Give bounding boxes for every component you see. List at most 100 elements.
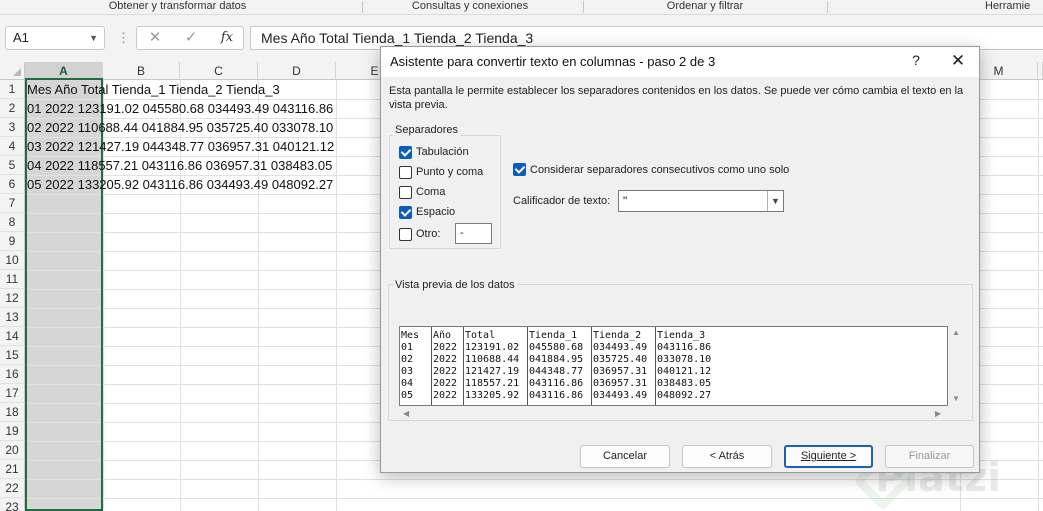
- other-checkbox[interactable]: [399, 228, 412, 241]
- preview-cell: 2022: [433, 342, 458, 353]
- preview-cell: 2022: [433, 378, 458, 389]
- preview-cell: Mes: [401, 330, 420, 341]
- row-header[interactable]: 16: [0, 365, 25, 384]
- preview-cell: 040121.12: [657, 366, 712, 377]
- row-header[interactable]: 17: [0, 384, 25, 403]
- row-header[interactable]: 15: [0, 346, 25, 365]
- column-header-c[interactable]: C: [180, 62, 258, 80]
- cell-a3[interactable]: 02 2022 110688.44 041884.95 035725.40 03…: [27, 118, 333, 137]
- consecutive-checkbox[interactable]: [513, 163, 526, 176]
- row-header[interactable]: 19: [0, 422, 25, 441]
- ribbon-group-get-transform: Obtener y transformar datos: [108, 0, 247, 12]
- row-header[interactable]: 23: [0, 498, 25, 511]
- row-header[interactable]: 20: [0, 441, 25, 460]
- column-header-d[interactable]: D: [258, 62, 336, 80]
- preview-cell: 133205.92: [465, 390, 520, 401]
- preview-label: Vista previa de los datos: [393, 279, 517, 291]
- column-header-b[interactable]: B: [103, 62, 180, 80]
- row-header[interactable]: 2: [0, 99, 25, 118]
- semicolon-label[interactable]: Punto y coma: [416, 166, 483, 178]
- preview-cell: 2022: [433, 366, 458, 377]
- row-header[interactable]: 1: [0, 80, 25, 99]
- row-header[interactable]: 10: [0, 251, 25, 270]
- close-icon[interactable]: ✕: [946, 51, 970, 71]
- row-header[interactable]: 9: [0, 232, 25, 251]
- comma-label[interactable]: Coma: [416, 186, 445, 198]
- preview-cell: 043116.86: [529, 378, 584, 389]
- confirm-entry-icon[interactable]: ✓: [179, 29, 203, 47]
- other-label[interactable]: Otro:: [416, 228, 440, 240]
- tab-label[interactable]: Tabulación: [416, 146, 469, 158]
- name-box[interactable]: A1 ▼: [5, 26, 105, 50]
- consecutive-label[interactable]: Considerar separadores consecutivos como…: [530, 164, 789, 176]
- preview-cell: 033078.10: [657, 354, 712, 365]
- column-header-edge: [1038, 62, 1043, 80]
- scroll-left-icon[interactable]: ◀: [403, 409, 409, 418]
- space-label[interactable]: Espacio: [416, 206, 455, 218]
- preview-cell: 044348.77: [529, 366, 584, 377]
- scroll-down-icon[interactable]: ▼: [952, 394, 960, 403]
- row-header[interactable]: 12: [0, 289, 25, 308]
- other-separator-input[interactable]: -: [455, 223, 492, 244]
- row-header[interactable]: 11: [0, 270, 25, 289]
- ribbon-group-queries: Consultas y conexiones: [411, 0, 529, 12]
- tab-checkbox[interactable]: [399, 146, 412, 159]
- preview-cell: 043116.86: [657, 342, 712, 353]
- cancel-button[interactable]: Cancelar: [580, 445, 670, 468]
- row-header[interactable]: 5: [0, 156, 25, 175]
- more-options-icon: ⋮: [117, 30, 130, 45]
- row-header[interactable]: 18: [0, 403, 25, 422]
- cell-a2[interactable]: 01 2022 123191.02 045580.68 034493.49 04…: [27, 99, 333, 118]
- row-header[interactable]: 21: [0, 460, 25, 479]
- preview-cell: 02: [401, 354, 414, 365]
- preview-cell: 036957.31: [593, 378, 648, 389]
- row-header[interactable]: 3: [0, 118, 25, 137]
- ribbon-separator: [362, 1, 363, 13]
- cell-a1[interactable]: Mes Año Total Tienda_1 Tienda_2 Tienda_3: [27, 80, 280, 99]
- row-header[interactable]: 8: [0, 213, 25, 232]
- text-qualifier-select[interactable]: " ▼: [618, 190, 784, 212]
- preview-cell: 034493.49: [593, 342, 648, 353]
- semicolon-checkbox[interactable]: [399, 166, 412, 179]
- preview-horizontal-scrollbar[interactable]: ◀ ▶: [399, 407, 948, 421]
- ribbon-group-tools: Herramie: [985, 0, 1031, 12]
- cell-a4[interactable]: 03 2022 121427.19 044348.77 036957.31 04…: [27, 137, 334, 156]
- select-all-triangle-icon: [13, 68, 21, 76]
- chevron-down-icon[interactable]: ▼: [89, 27, 98, 49]
- dialog-titlebar: Asistente para convertir texto en column…: [381, 47, 979, 77]
- text-to-columns-dialog: Asistente para convertir texto en column…: [380, 46, 980, 473]
- scroll-up-icon[interactable]: ▲: [952, 328, 960, 337]
- scroll-right-icon[interactable]: ▶: [935, 409, 941, 418]
- next-button[interactable]: Siguiente >: [784, 445, 873, 468]
- row-header[interactable]: 4: [0, 137, 25, 156]
- space-checkbox[interactable]: [399, 206, 412, 219]
- text-qualifier-value: ": [623, 194, 628, 208]
- ribbon-group-labels: Obtener y transformar datos Consultas y …: [0, 0, 1043, 15]
- preview-cell: 2022: [433, 354, 458, 365]
- comma-checkbox[interactable]: [399, 186, 412, 199]
- preview-cell: 035725.40: [593, 354, 648, 365]
- preview-cell: 03: [401, 366, 414, 377]
- cell-a5[interactable]: 04 2022 118557.21 043116.86 036957.31 03…: [27, 156, 332, 175]
- row-header[interactable]: 6: [0, 175, 25, 194]
- chevron-down-icon[interactable]: ▼: [767, 191, 783, 211]
- help-button[interactable]: ?: [906, 52, 926, 68]
- insert-function-icon[interactable]: fx: [215, 29, 239, 47]
- preview-cell: Tienda_2: [593, 330, 642, 341]
- data-preview[interactable]: Mes Año Total Tienda_1 Tienda_2 Tienda_3…: [399, 326, 948, 406]
- row-header[interactable]: 7: [0, 194, 25, 213]
- preview-vertical-scrollbar[interactable]: ▲ ▼: [948, 326, 964, 406]
- preview-cell: 038483.05: [657, 378, 712, 389]
- back-button[interactable]: < Atrás: [682, 445, 772, 468]
- row-header[interactable]: 13: [0, 308, 25, 327]
- cell-a6[interactable]: 05 2022 133205.92 043116.86 034493.49 04…: [27, 175, 333, 194]
- row-header[interactable]: 22: [0, 479, 25, 498]
- row-header[interactable]: 14: [0, 327, 25, 346]
- preview-cell: 2022: [433, 390, 458, 401]
- preview-cell: 123191.02: [465, 342, 520, 353]
- select-all-corner[interactable]: [0, 62, 25, 80]
- preview-cell: 043116.86: [529, 390, 584, 401]
- preview-cell: Total: [465, 330, 496, 341]
- finish-button[interactable]: Finalizar: [885, 445, 974, 468]
- cancel-entry-icon[interactable]: ✕: [143, 29, 167, 47]
